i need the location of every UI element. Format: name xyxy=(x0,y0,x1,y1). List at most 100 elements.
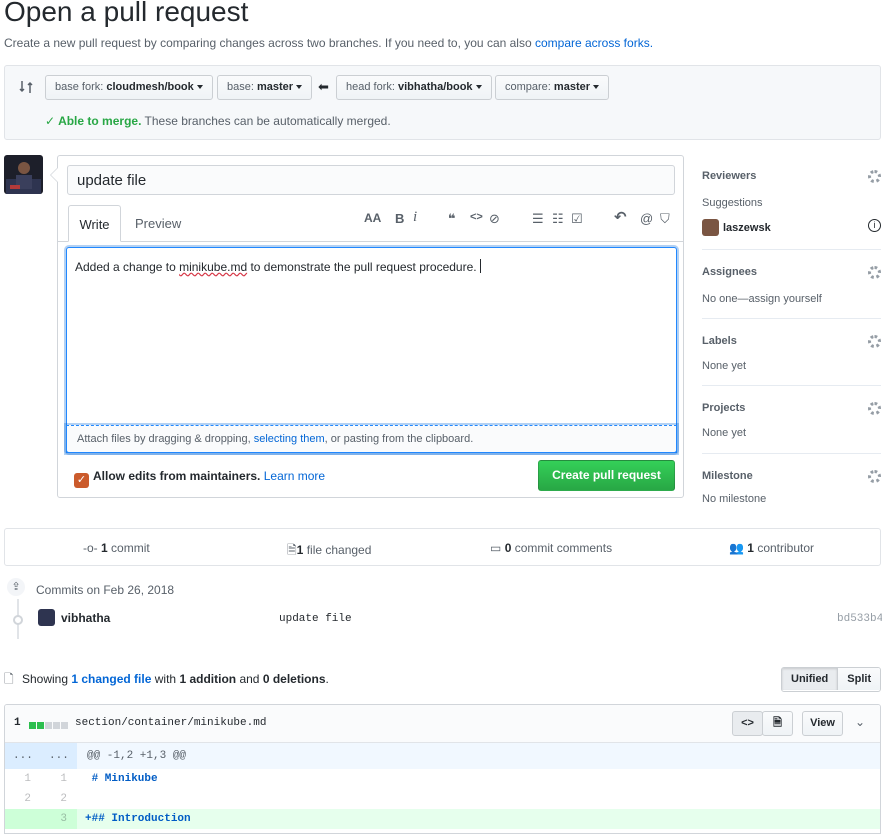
file-header: 1 section/container/minikube.md <> 🗎 Vie… xyxy=(5,705,880,743)
code-icon[interactable]: <> xyxy=(470,211,483,223)
task-list-icon[interactable]: ☑ xyxy=(571,211,583,227)
compare-arrows-icon xyxy=(19,81,33,93)
avatar-image xyxy=(4,155,43,194)
commit-icon: -o- xyxy=(83,541,98,555)
mention-icon[interactable]: @ xyxy=(640,211,653,226)
hunk-new-dots: ... xyxy=(49,750,69,762)
chevron-down-icon[interactable]: ⌄ xyxy=(855,715,865,729)
rich-view-button[interactable]: 🗎 xyxy=(762,711,793,736)
unified-button[interactable]: Unified xyxy=(782,668,839,690)
compare-forks-link[interactable]: compare across forks. xyxy=(535,36,653,50)
allow-edits-checkbox[interactable]: ✓ Allow edits from maintainers. Learn mor… xyxy=(74,469,325,488)
checkbox-checked-icon[interactable]: ✓ xyxy=(74,473,89,488)
file-path[interactable]: section/container/minikube.md xyxy=(75,717,266,729)
tab-write[interactable]: Write xyxy=(68,205,121,242)
milestone-text: No milestone xyxy=(702,493,767,505)
stat-files[interactable]: 🗎1 file changed xyxy=(287,541,371,562)
unordered-list-icon[interactable]: ☰ xyxy=(532,211,544,227)
commit-message[interactable]: update file xyxy=(279,613,352,625)
labels-heading[interactable]: Labels xyxy=(702,335,881,347)
split-button[interactable]: Split xyxy=(838,668,881,690)
gear-icon[interactable] xyxy=(868,335,881,348)
sidebar-assignees: Assignees No one—assign yourself xyxy=(702,266,881,319)
subtitle-text: Create a new pull request by comparing c… xyxy=(4,36,532,50)
projects-heading[interactable]: Projects xyxy=(702,402,881,414)
tabs-divider xyxy=(58,241,683,242)
diffstat-bars xyxy=(29,718,69,732)
merge-status: ✓ Able to merge. These branches can be au… xyxy=(45,114,391,128)
diff-summary: Showing 1 changed file with 1 addition a… xyxy=(22,672,329,686)
avatar[interactable] xyxy=(4,155,43,194)
title-input[interactable] xyxy=(67,165,675,195)
code-icon: <> xyxy=(741,717,754,729)
selecting-them-link[interactable]: selecting them xyxy=(254,433,325,445)
hunk-old-dots: ... xyxy=(13,750,33,762)
file-icon: 🗎 xyxy=(773,717,782,729)
view-file-button[interactable]: View xyxy=(802,711,843,736)
info-icon[interactable]: i xyxy=(868,219,881,232)
attach-files-dropzone[interactable]: Attach files by dragging & dropping, sel… xyxy=(66,425,677,453)
caret-down-icon xyxy=(196,85,203,90)
bold-icon[interactable]: B xyxy=(395,211,404,226)
learn-more-link[interactable]: Learn more xyxy=(264,469,325,483)
sidebar-reviewers: Reviewers Suggestions laszewsk i xyxy=(702,170,881,250)
text-cursor xyxy=(479,259,481,273)
changed-files-link[interactable]: 1 changed file xyxy=(71,672,151,686)
tab-preview[interactable]: Preview xyxy=(135,216,181,231)
bookmark-icon[interactable]: ⛉ xyxy=(660,211,670,227)
ordered-list-icon[interactable]: ☷ xyxy=(552,211,564,227)
link-icon[interactable]: ⊘ xyxy=(489,211,500,227)
reply-icon[interactable]: ↶ xyxy=(614,208,627,226)
gear-icon[interactable] xyxy=(868,266,881,279)
comment-icon: ▭ xyxy=(490,541,502,555)
hunk-header-text: @@ -1,2 +1,3 @@ xyxy=(87,750,187,762)
caret-down-icon xyxy=(475,85,482,90)
reviewers-heading[interactable]: Reviewers xyxy=(702,170,881,182)
base-branch-select[interactable]: base: master xyxy=(217,75,313,100)
suggestions-label: Suggestions xyxy=(702,197,763,209)
head-fork-select[interactable]: head fork: vibhatha/book xyxy=(336,75,492,100)
gear-icon[interactable] xyxy=(868,402,881,415)
gear-icon[interactable] xyxy=(868,470,881,483)
caret-down-icon xyxy=(593,85,599,90)
source-view-button[interactable]: <> xyxy=(732,711,763,736)
commits-date-heading: Commits on Feb 26, 2018 xyxy=(36,583,175,597)
repo-push-icon: ⇪ xyxy=(5,576,27,598)
commit-sha[interactable]: bd533b4 xyxy=(837,613,882,625)
commit-dot-icon xyxy=(13,615,23,625)
quote-icon[interactable]: ❝ xyxy=(448,211,456,227)
sidebar-milestone: Milestone No milestone xyxy=(702,470,881,510)
sidebar-labels: Labels None yet xyxy=(702,335,881,386)
reviewer-name[interactable]: laszewsk xyxy=(723,222,771,234)
assignees-text[interactable]: No one—assign yourself xyxy=(702,293,881,305)
diff-line: 1 1 # Minikube xyxy=(24,773,158,785)
page-subtitle: Create a new pull request by comparing c… xyxy=(4,36,653,50)
compare-branch-select[interactable]: compare: master xyxy=(495,75,609,100)
stat-contributors[interactable]: 👥 1 contributor xyxy=(729,541,814,555)
diff-view-toggle: Unified Split xyxy=(781,667,882,692)
people-icon: 👥 xyxy=(729,541,744,555)
stats-bar: -o- 1 commit 🗎1 file changed ▭ 0 commit … xyxy=(4,528,881,566)
commit-author[interactable]: vibhatha xyxy=(61,611,110,625)
labels-text: None yet xyxy=(702,360,747,372)
stat-commits[interactable]: -o- 1 commit xyxy=(83,541,150,555)
stat-comments[interactable]: ▭ 0 commit comments xyxy=(490,541,612,555)
diff-count: 1 xyxy=(14,717,21,729)
caret-down-icon xyxy=(296,85,303,90)
check-icon: ✓ xyxy=(45,114,56,128)
pull-request-form: Write Preview AA B i ❝ <> ⊘ ☰ ☷ ☑ ↶ @ ⛉ … xyxy=(50,155,684,498)
gear-icon[interactable] xyxy=(868,170,881,183)
base-fork-select[interactable]: base fork: cloudmesh/book xyxy=(45,75,213,100)
header-icon[interactable]: AA xyxy=(364,211,381,225)
body-textarea[interactable]: Added a change to minikube.md to demonst… xyxy=(66,247,677,453)
avatar xyxy=(702,219,719,236)
arrow-left-icon: ⬅ xyxy=(318,79,329,94)
file-diff-icon: 🗎 xyxy=(287,543,297,557)
create-pull-request-button[interactable]: Create pull request xyxy=(538,460,675,491)
diff-line: 2 2 xyxy=(24,793,67,805)
italic-icon[interactable]: i xyxy=(413,209,417,226)
file-diff: 1 section/container/minikube.md <> 🗎 Vie… xyxy=(4,704,881,834)
assignees-heading[interactable]: Assignees xyxy=(702,266,881,278)
avatar[interactable] xyxy=(38,609,55,626)
milestone-heading[interactable]: Milestone xyxy=(702,470,881,482)
